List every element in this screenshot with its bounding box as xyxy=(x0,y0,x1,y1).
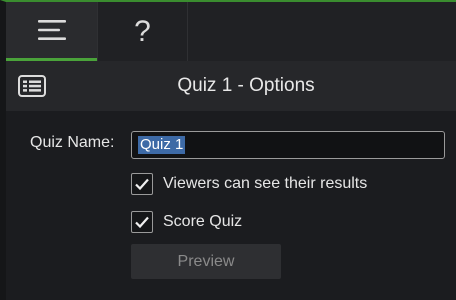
viewers-results-label: Viewers can see their results xyxy=(163,175,368,192)
viewers-results-option[interactable]: Viewers can see their results xyxy=(131,172,367,196)
quiz-name-value: Quiz 1 xyxy=(138,136,186,154)
viewers-results-checkbox[interactable] xyxy=(131,173,153,195)
quiz-name-label: Quiz Name: xyxy=(30,134,115,151)
score-quiz-checkbox[interactable] xyxy=(131,211,153,233)
options-header: Quiz 1 - Options xyxy=(6,61,456,111)
checkmark-icon xyxy=(135,216,149,229)
quiz-name-input[interactable]: Quiz 1 xyxy=(131,131,445,159)
panel-tab-bar: ? xyxy=(6,2,456,61)
preview-button[interactable]: Preview xyxy=(131,244,281,279)
tab-help[interactable]: ? xyxy=(97,2,188,61)
help-icon: ? xyxy=(134,14,151,48)
menu-lines-icon xyxy=(37,20,66,40)
score-quiz-option[interactable]: Score Quiz xyxy=(131,210,242,234)
score-quiz-label: Score Quiz xyxy=(163,213,243,230)
page-title: Quiz 1 - Options xyxy=(177,75,315,96)
checkmark-icon xyxy=(135,178,149,191)
tab-properties[interactable] xyxy=(6,2,97,61)
